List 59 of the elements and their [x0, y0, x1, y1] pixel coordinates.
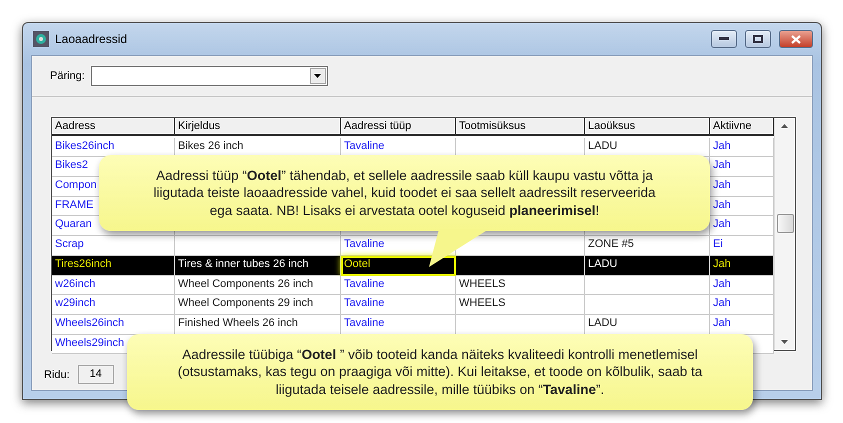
- table-cell[interactable]: Jah: [710, 177, 774, 197]
- table-cell[interactable]: Tavaline: [341, 295, 456, 315]
- table-cell[interactable]: [585, 276, 710, 296]
- scroll-down-icon[interactable]: [781, 340, 788, 344]
- caret-icon: [314, 74, 322, 78]
- table-cell[interactable]: Tavaline: [341, 276, 456, 296]
- maximize-button[interactable]: [745, 30, 771, 48]
- maximize-icon: [753, 35, 763, 43]
- close-icon: [791, 34, 801, 44]
- table-cell[interactable]: Jah: [710, 157, 774, 178]
- row-count-label: Ridu:: [44, 368, 70, 380]
- column-header[interactable]: Tootmisüksus: [456, 118, 585, 136]
- dropdown-button[interactable]: [310, 68, 326, 84]
- table-cell[interactable]: Jah: [710, 216, 774, 236]
- row-count-field: 14: [78, 365, 114, 384]
- table-cell[interactable]: Tavaline: [341, 138, 456, 158]
- table-cell[interactable]: Jah: [710, 196, 774, 216]
- table-cell[interactable]: w26inch: [52, 276, 175, 296]
- table-cell[interactable]: WHEELS: [456, 276, 585, 296]
- table-cell[interactable]: Bikes26inch: [52, 138, 175, 158]
- minimize-button[interactable]: [711, 30, 737, 48]
- column-header[interactable]: Laoüksus: [585, 118, 710, 136]
- minimize-icon: [719, 37, 729, 41]
- table-cell[interactable]: [175, 236, 341, 256]
- column-header[interactable]: Aadress: [52, 118, 175, 136]
- app-icon: [33, 31, 49, 47]
- table-cell[interactable]: Scrap: [52, 236, 175, 256]
- table-cell[interactable]: Ootel: [341, 256, 456, 276]
- query-label: Päring:: [50, 70, 85, 82]
- scroll-up-icon[interactable]: [781, 124, 788, 128]
- table-cell[interactable]: Tires & inner tubes 26 inch: [175, 256, 341, 276]
- table-cell[interactable]: [456, 236, 585, 256]
- column-header[interactable]: Kirjeldus: [175, 118, 341, 136]
- table-cell[interactable]: [456, 256, 585, 276]
- table-cell[interactable]: Ei: [710, 236, 774, 256]
- table-cell[interactable]: Jah: [710, 138, 774, 158]
- table-cell[interactable]: w29inch: [52, 295, 175, 315]
- query-dropdown[interactable]: [90, 66, 328, 86]
- table-cell[interactable]: Jah: [710, 314, 774, 335]
- tooltip-text: Aadressi tüüp “Ootel” tähendab, et sellele aadressile saab küll kaupu vastu võtta ja liigutada teiste laoaadresside vahel, kuid toodet ei saa sellelt aadressilt reserveerida ega saata. NB! Lisaks ei arvestata ootel koguseid planeerimisel!: [152, 166, 657, 220]
- table-cell[interactable]: Wheel Components 29 inch: [175, 295, 341, 315]
- table-cell[interactable]: LADU: [585, 256, 710, 276]
- table-cell[interactable]: WHEELS: [456, 295, 585, 315]
- table-cell[interactable]: Jah: [710, 256, 774, 276]
- tooltip-text: Aadressile tüübiga “Ootel ” võib tooteid kanda näiteks kvaliteedi kontrolli menetlemisel (otsustamaks, kas tegu on praagiga või mitte). Kui leitakse, et toode on kõlbulik, saab ta liigutada teisele aadressile, mille tüübiks on “Tavaline”.: [176, 346, 704, 398]
- table-cell[interactable]: Jah: [710, 276, 774, 296]
- table-cell[interactable]: ZONE #5: [585, 236, 710, 256]
- window-title: Laoaadressid: [55, 32, 128, 46]
- table-cell[interactable]: Jah: [710, 295, 774, 315]
- close-button[interactable]: [779, 30, 813, 48]
- table-cell[interactable]: Tavaline: [341, 314, 456, 335]
- scroll-thumb[interactable]: [777, 214, 794, 233]
- table-cell[interactable]: [585, 295, 710, 315]
- column-header[interactable]: Aktiivne: [710, 118, 774, 136]
- table-cell[interactable]: Wheel Components 26 inch: [175, 276, 341, 296]
- table-cell[interactable]: Wheels26inch: [52, 314, 175, 335]
- column-header[interactable]: Aadressi tüüp: [341, 118, 456, 136]
- table-cell[interactable]: Tires26inch: [52, 256, 175, 276]
- scrollbar[interactable]: [774, 118, 795, 350]
